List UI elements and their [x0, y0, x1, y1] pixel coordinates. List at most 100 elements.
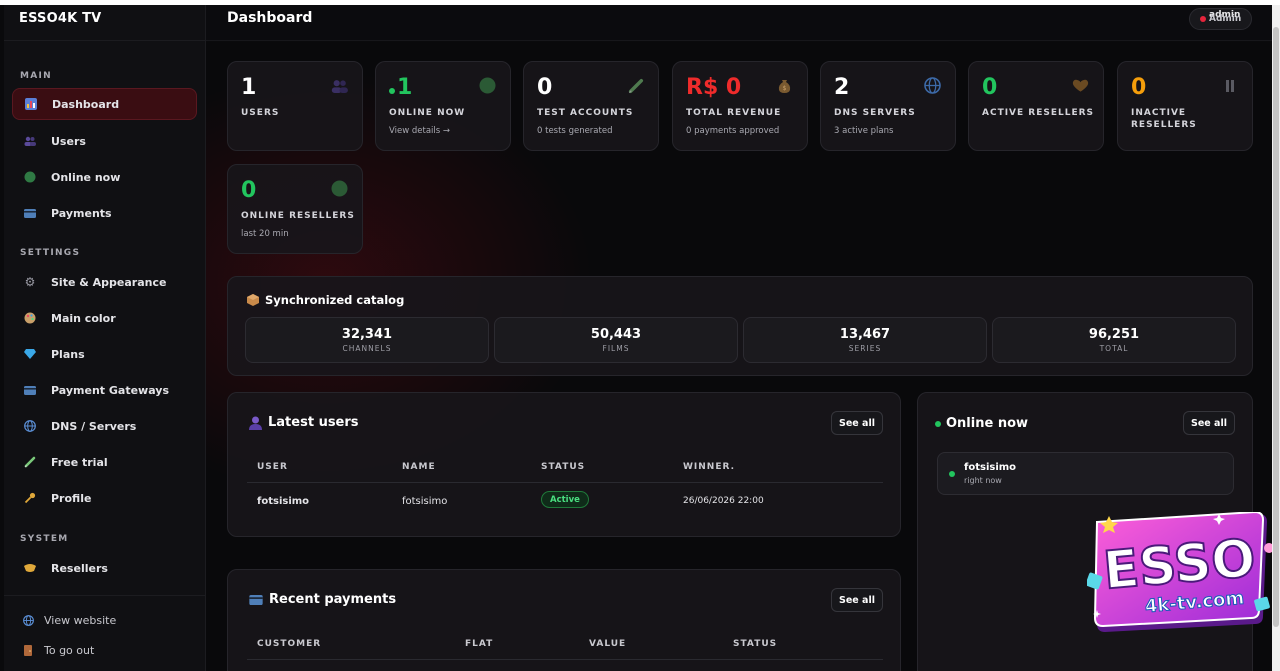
sidebar-item-users[interactable]: Users	[12, 125, 197, 157]
catalog-title-wrap: Synchronized catalog	[247, 293, 404, 307]
syringe-icon	[627, 77, 644, 94]
sidebar-item-free-trial[interactable]: Free trial	[12, 446, 197, 478]
stat-card-total-revenue[interactable]: R$ 0 TOTAL REVENUE 0 payments approved $	[672, 61, 808, 151]
stat-value: 1	[241, 75, 257, 100]
stat-label: ONLINE NOW	[389, 108, 466, 118]
sidebar-item-dashboard[interactable]: Dashboard	[12, 88, 197, 120]
stat-label: TOTAL REVENUE	[686, 108, 782, 118]
latest-users-panel: Latest users See all USER NAME STATUS WI…	[227, 392, 901, 537]
catalog-label: TOTAL	[1099, 344, 1129, 353]
users-icon	[331, 77, 348, 94]
online-now-see-all-button[interactable]: See all	[1183, 411, 1235, 435]
catalog-label: SERIES	[848, 344, 882, 353]
handshake-icon	[24, 562, 36, 574]
stat-card-inactive-resellers[interactable]: 0 INACTIVE RESELLERS	[1117, 61, 1253, 151]
green-dot-icon	[24, 171, 36, 183]
catalog-value: 96,251	[1088, 327, 1140, 342]
view-website-label: View website	[44, 614, 117, 627]
green-circle-icon	[331, 180, 348, 197]
sidebar-item-label: Plans	[51, 347, 85, 361]
gear-icon: ⚙	[24, 275, 36, 289]
sidebar-item-label: Users	[51, 134, 86, 148]
view-details-link[interactable]: View details →	[389, 126, 450, 136]
col-header-status: STATUS	[541, 462, 586, 472]
section-label-settings: SETTINGS	[20, 248, 81, 258]
col-header-customer: CUSTOMER	[257, 639, 322, 649]
recent-payments-see-all-button[interactable]: See all	[831, 588, 883, 612]
stat-card-active-resellers[interactable]: 0 ACTIVE RESELLERS	[968, 61, 1104, 151]
logout-label: To go out	[44, 644, 95, 657]
catalog-total: 96,251 TOTAL	[992, 317, 1236, 363]
stat-label: ACTIVE RESELLERS	[982, 108, 1095, 118]
syringe-icon	[24, 456, 36, 468]
sidebar-divider	[4, 595, 206, 596]
stat-value: 0	[982, 75, 998, 100]
catalog-title: Synchronized catalog	[265, 293, 405, 307]
stat-label: INACTIVE RESELLERS	[1131, 108, 1197, 130]
logout-link[interactable]: To go out	[12, 644, 94, 657]
catalog-value: 13,467	[839, 327, 891, 342]
globe-icon	[22, 615, 34, 627]
sidebar-item-resellers[interactable]: Resellers	[12, 552, 197, 584]
cell-user: fotsisimo	[257, 496, 310, 507]
heart-icon	[1072, 77, 1089, 94]
section-label-system: SYSTEM	[20, 534, 69, 544]
recent-payments-title-wrap: Recent payments	[249, 592, 396, 607]
status-badge: Active	[541, 491, 589, 508]
stat-value: R$ 0	[686, 75, 742, 100]
stat-label: DNS SERVERS	[834, 108, 916, 118]
online-user-entry[interactable]: fotsisimo right now	[937, 452, 1234, 495]
catalog-value: 32,341	[341, 327, 393, 342]
sidebar-item-plans[interactable]: Plans	[12, 338, 197, 370]
table-header-divider	[247, 659, 883, 660]
admin-user-chip[interactable]: admin Admin	[1189, 8, 1252, 30]
catalog-label: CHANNELS	[342, 344, 392, 353]
pause-icon	[1221, 77, 1238, 94]
col-header-name: NAME	[402, 462, 436, 472]
sidebar-item-site-appearance[interactable]: ⚙ Site & Appearance	[12, 266, 197, 298]
sidebar-item-label: Payment Gateways	[51, 383, 169, 397]
sidebar-item-label: Main color	[51, 311, 116, 325]
stat-card-test-accounts[interactable]: 0 TEST ACCOUNTS 0 tests generated	[523, 61, 659, 151]
sidebar-item-label: Online now	[51, 170, 121, 184]
user-silhouette-icon	[249, 416, 262, 430]
latest-users-see-all-button[interactable]: See all	[831, 411, 883, 435]
online-user-name: fotsisimo	[964, 462, 1017, 473]
stat-card-online-resellers[interactable]: 0 ONLINE RESELLERS last 20 min	[227, 164, 363, 254]
table-header-divider	[247, 482, 883, 483]
package-icon	[247, 294, 259, 306]
sidebar-item-dns-servers[interactable]: DNS / Servers	[12, 410, 197, 442]
sidebar-item-label: Site & Appearance	[51, 275, 167, 289]
catalog-series: 13,467 SERIES	[743, 317, 987, 363]
stat-value-wrap: 1	[389, 75, 412, 100]
stat-card-users[interactable]: 1 USERS	[227, 61, 363, 151]
recent-payments-title: Recent payments	[269, 592, 397, 607]
sidebar-item-label: DNS / Servers	[51, 419, 137, 433]
online-user-time: right now	[964, 476, 1002, 485]
stat-label: TEST ACCOUNTS	[537, 108, 634, 118]
online-now-title-wrap: Online now	[935, 416, 1028, 431]
online-dot	[389, 87, 395, 94]
sidebar-item-main-color[interactable]: Main color	[12, 302, 197, 334]
sidebar-item-profile[interactable]: Profile	[12, 482, 197, 514]
col-header-winner: WINNER.	[683, 462, 736, 472]
sidebar-item-label: Dashboard	[52, 97, 120, 111]
cell-winner: 26/06/2026 22:00	[683, 496, 764, 506]
sidebar-item-payments[interactable]: Payments	[12, 197, 197, 229]
sidebar-item-online-now[interactable]: Online now	[12, 161, 197, 193]
catalog-value: 50,443	[590, 327, 642, 342]
stat-value: 2	[834, 75, 850, 100]
stat-sub: 0 payments approved	[686, 126, 780, 136]
scrollbar-thumb[interactable]	[1273, 27, 1279, 627]
stat-sub: last 20 min	[241, 229, 289, 239]
col-header-flat: FLAT	[465, 639, 494, 649]
stat-card-dns-servers[interactable]: 2 DNS SERVERS 3 active plans	[820, 61, 956, 151]
sidebar-item-payment-gateways[interactable]: Payment Gateways	[12, 374, 197, 406]
view-website-link[interactable]: View website	[12, 614, 116, 627]
brand-logo-text[interactable]: ESSO4K TV	[4, 5, 205, 41]
stat-card-online-now[interactable]: 1 ONLINE NOW View details →	[375, 61, 511, 151]
page-title: Dashboard	[227, 10, 313, 26]
green-circle-icon	[479, 77, 496, 94]
catalog-channels: 32,341 CHANNELS	[245, 317, 489, 363]
page-scrollbar[interactable]	[1272, 5, 1280, 671]
